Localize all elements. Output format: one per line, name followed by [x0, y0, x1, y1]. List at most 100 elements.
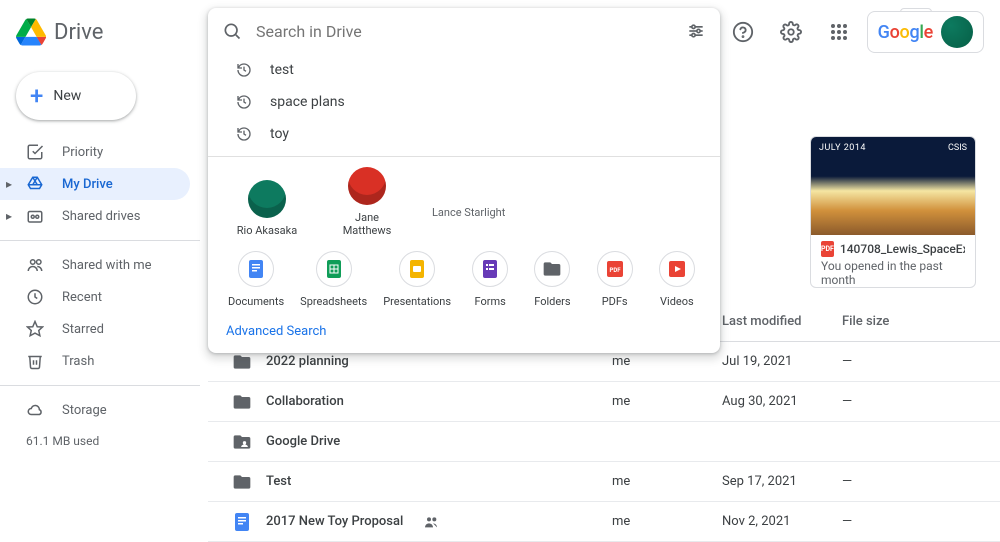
sidebar-item-label: My Drive [62, 177, 113, 192]
filter-chip-presentations[interactable]: Presentations [383, 251, 451, 308]
user-avatar [941, 16, 973, 48]
recent-search-item[interactable]: toy [208, 118, 720, 150]
file-name: 2022 planning [266, 354, 349, 369]
person-placeholder[interactable]: Lance Starlight [432, 206, 505, 237]
search-input[interactable] [256, 22, 672, 41]
file-size: — [842, 514, 922, 529]
form-icon [472, 251, 508, 287]
folder-icon [232, 392, 252, 412]
file-thumbnail: JULY 2014 CSIS [811, 137, 975, 235]
sidebar-item-shared-with-me[interactable]: Shared with me [0, 249, 190, 281]
drive-logo-icon [16, 17, 46, 47]
slide-icon [399, 251, 435, 287]
sidebar-item-label: Priority [62, 145, 103, 160]
file-size: — [842, 474, 922, 489]
sidebar-item-label: Trash [62, 354, 94, 369]
filter-chip-documents[interactable]: Documents [228, 251, 284, 308]
people-icon [26, 256, 44, 274]
suggested-file-name: 140708_Lewis_SpaceEx... [840, 242, 965, 256]
file-row[interactable]: CollaborationmeAug 30, 2021— [208, 382, 1000, 422]
file-row[interactable]: Google Drive [208, 422, 1000, 462]
sidebar-item-starred[interactable]: Starred [0, 313, 190, 345]
file-row[interactable]: TestmeSep 17, 2021— [208, 462, 1000, 502]
folder-icon [232, 352, 252, 372]
apps-grid-icon[interactable] [819, 12, 859, 52]
file-name: Google Drive [266, 434, 340, 449]
sidebar-item-label: Shared with me [62, 258, 152, 273]
sidebar-item-storage[interactable]: Storage [0, 394, 190, 426]
history-icon [236, 62, 252, 78]
sheet-icon [316, 251, 352, 287]
sidebar-item-trash[interactable]: Trash [0, 345, 190, 377]
filter-chip-forms[interactable]: Forms [467, 251, 513, 308]
folder-icon [232, 472, 252, 492]
history-icon [236, 94, 252, 110]
person-chip[interactable]: Jane Matthews [332, 167, 402, 237]
history-icon [236, 126, 252, 142]
filter-chip-spreadsheets[interactable]: Spreadsheets [300, 251, 367, 308]
chip-label: Videos [660, 295, 694, 308]
chip-label: Spreadsheets [300, 295, 367, 308]
folder-icon [534, 251, 570, 287]
filter-chip-folders[interactable]: Folders [529, 251, 575, 308]
plus-icon: + [30, 84, 43, 108]
col-header-size[interactable]: File size [842, 314, 922, 329]
file-owner: me [612, 354, 722, 369]
shared-drive-icon [26, 207, 44, 225]
filter-chip-pdfs[interactable]: PDFPDFs [592, 251, 638, 308]
app-name: Drive [54, 20, 103, 45]
file-name: 2017 New Toy Proposal [266, 514, 403, 529]
filter-chip-videos[interactable]: Videos [654, 251, 700, 308]
recent-search-text: test [270, 62, 294, 78]
sidebar-item-label: Storage [62, 403, 107, 418]
person-avatar [248, 180, 286, 218]
doc-icon [232, 512, 252, 532]
sidebar-item-shared-drives[interactable]: ▸Shared drives [0, 200, 190, 232]
help-icon[interactable] [723, 12, 763, 52]
chip-label: PDFs [602, 295, 628, 308]
settings-icon[interactable] [771, 12, 811, 52]
new-button[interactable]: + New [16, 72, 136, 120]
search-panel: test space planstoy Rio Akasaka Jane Matth… [208, 8, 720, 353]
file-name: Collaboration [266, 394, 344, 409]
sidebar-item-priority[interactable]: Priority [0, 136, 190, 168]
sidebar-item-my-drive[interactable]: ▸ My Drive [0, 168, 190, 200]
sidebar-item-label: Recent [62, 290, 102, 305]
trash-icon [26, 352, 44, 370]
logo[interactable]: Drive [16, 17, 208, 47]
shared-icon [423, 514, 439, 530]
chip-label: Documents [228, 295, 284, 308]
google-wordmark: Google [878, 22, 933, 43]
storage-used-label: 61.1 MB used [0, 434, 208, 448]
file-row[interactable]: 2017 New Toy ProposalmeNov 2, 2021— [208, 502, 1000, 542]
suggested-file-subtitle: You opened in the past month [821, 259, 965, 287]
search-icon[interactable] [222, 21, 242, 41]
chip-label: Forms [475, 295, 506, 308]
recent-search-item[interactable]: test [208, 54, 720, 86]
file-owner: me [612, 394, 722, 409]
cloud-icon [26, 401, 44, 419]
person-chip[interactable]: Rio Akasaka [232, 180, 302, 237]
chevron-right-icon: ▸ [6, 177, 12, 191]
folder-shared-icon [232, 432, 252, 452]
star-icon [26, 320, 44, 338]
person-avatar [348, 167, 386, 205]
col-header-modified[interactable]: Last modified [722, 314, 842, 329]
recent-search-item[interactable]: space plans [208, 86, 720, 118]
file-modified: Aug 30, 2021 [722, 394, 842, 409]
chip-label: Presentations [383, 295, 451, 308]
chevron-right-icon: ▸ [6, 209, 12, 223]
sidebar-item-recent[interactable]: Recent [0, 281, 190, 313]
search-options-icon[interactable] [686, 21, 706, 41]
account-badge[interactable]: Google [867, 11, 984, 53]
new-button-label: New [53, 88, 81, 104]
advanced-search-link[interactable]: Advanced Search [208, 314, 720, 345]
suggested-file-card[interactable]: JULY 2014 CSIS PDF 140708_Lewis_SpaceEx.… [810, 136, 976, 288]
file-modified: Jul 19, 2021 [722, 354, 842, 369]
file-size: — [842, 354, 922, 369]
check-circle-icon [26, 143, 44, 161]
drive-icon [26, 175, 44, 193]
person-name: Rio Akasaka [237, 224, 297, 237]
video-icon [659, 251, 695, 287]
chip-label: Folders [534, 295, 570, 308]
